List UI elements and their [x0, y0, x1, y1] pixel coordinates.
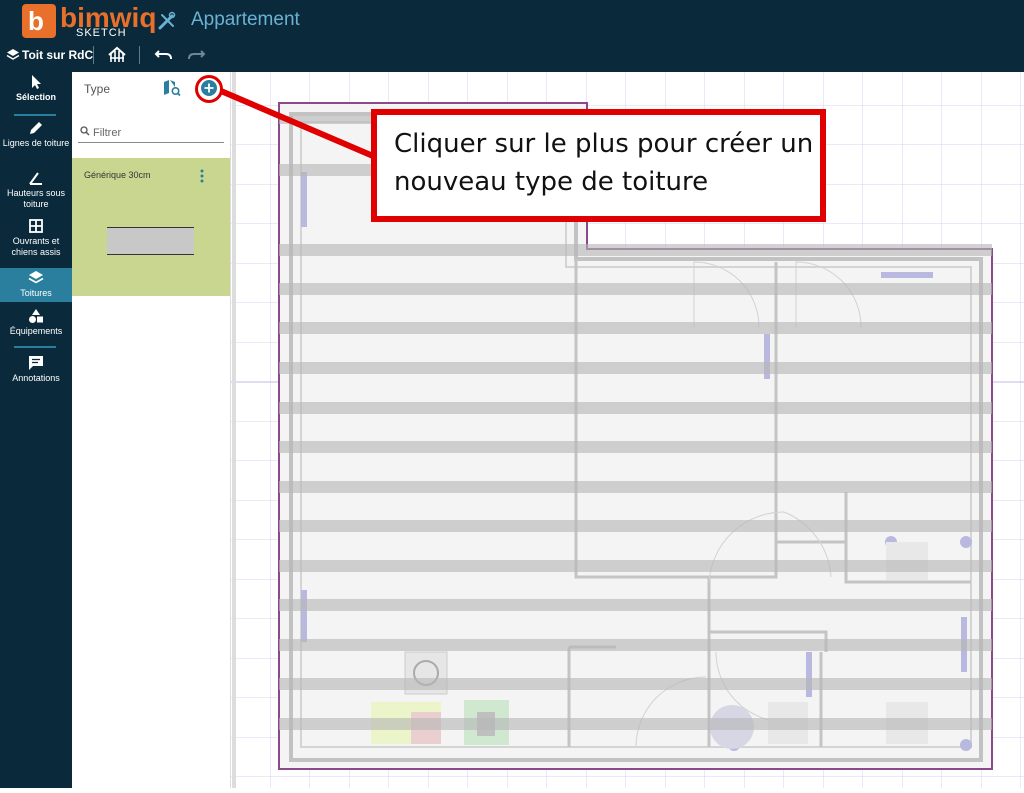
callout-pointer [219, 88, 375, 159]
search-icon [80, 126, 90, 136]
top-bar: b bimwiq SKETCH Appartement Toit sur RdC [0, 0, 1024, 72]
panel-title: Type [84, 82, 111, 96]
library-search-icon[interactable] [163, 79, 181, 97]
sidebar-item-roofs[interactable]: Toitures [0, 268, 72, 302]
app-logo: b [22, 4, 56, 38]
left-sidebar: Sélection Lignes de toiture Hauteurs sou… [0, 72, 72, 788]
sidebar-item-equipment[interactable]: Équipements [0, 308, 72, 340]
sidebar-item-roof-heights[interactable]: Hauteurs sous toiture [0, 170, 72, 210]
shapes-icon [29, 309, 43, 323]
sidebar-divider [14, 114, 56, 116]
sidebar-item-label: Ouvrants et chiens assis [11, 236, 61, 257]
layers-icon [6, 49, 20, 60]
comment-icon [29, 356, 43, 370]
brand-subtitle: SKETCH [76, 27, 127, 39]
sidebar-item-label: Hauteurs sous toiture [6, 188, 66, 209]
layers-icon [28, 271, 44, 284]
level-selector[interactable]: Toit sur RdC [6, 46, 93, 64]
tutorial-callout: Cliquer sur le plus pour créer un nouvea… [371, 109, 826, 222]
level-label: Toit sur RdC [22, 48, 94, 62]
undo-icon[interactable] [153, 45, 175, 65]
more-vertical-icon[interactable] [199, 168, 205, 184]
sidebar-item-openings[interactable]: Ouvrants et chiens assis [0, 218, 72, 262]
type-preview-swatch [107, 227, 194, 255]
angle-icon [29, 172, 42, 185]
filter-input[interactable]: Filtrer [78, 120, 224, 143]
project-title[interactable]: Appartement [191, 9, 300, 31]
type-name: Générique 30cm [84, 170, 151, 180]
window-icon [29, 219, 43, 233]
callout-text: Cliquer sur le plus pour créer un nouvea… [394, 129, 814, 197]
sidebar-item-roof-lines[interactable]: Lignes de toiture [0, 120, 72, 162]
sidebar-divider [14, 346, 56, 348]
cursor-icon [32, 75, 41, 89]
roof-structure-icon[interactable] [106, 45, 128, 65]
redo-icon[interactable] [185, 45, 207, 65]
pencil-icon [30, 122, 42, 134]
sidebar-item-label: Équipements [9, 326, 63, 336]
sidebar-item-label: Lignes de toiture [2, 138, 70, 148]
sidebar-item-annotations[interactable]: Annotations [0, 355, 72, 387]
toolbar-divider [93, 46, 94, 64]
type-card[interactable]: Générique 30cm [72, 158, 230, 296]
tools-icon[interactable] [157, 11, 177, 31]
sidebar-item-label: Sélection [15, 92, 56, 102]
sidebar-item-label: Toitures [20, 288, 52, 298]
sidebar-item-selection[interactable]: Sélection [0, 74, 72, 112]
filter-placeholder: Filtrer [93, 127, 122, 139]
type-panel: Type Filtrer Générique 30cm [72, 72, 231, 788]
toolbar-divider [139, 46, 140, 64]
sidebar-item-label: Annotations [12, 373, 60, 383]
